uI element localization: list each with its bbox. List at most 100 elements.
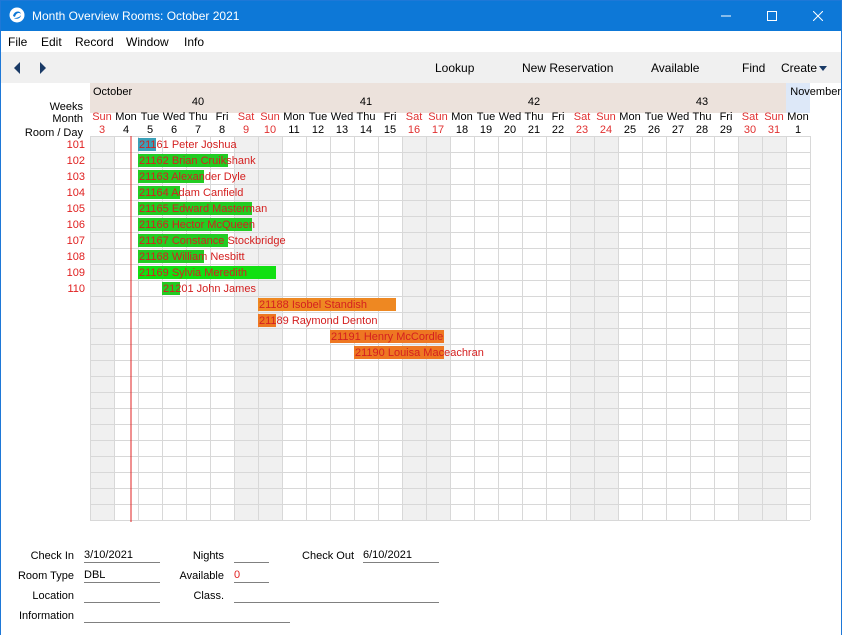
room-number-label: 110 [67,283,85,295]
day-number-label: 3 [99,124,105,136]
day-number-label: 25 [624,124,636,136]
reservation-label: 21189 Raymond Denton [259,315,377,327]
app-logo-icon [9,7,25,23]
week-number: 42 [528,96,540,108]
lookup-button[interactable]: Lookup [435,61,474,75]
day-number-label: 17 [432,124,444,136]
room-number-label: 107 [67,235,85,247]
day-number-label: 7 [195,124,201,136]
room-day-row-label: Room / Day [25,127,84,139]
day-number-label: 10 [264,124,276,136]
day-of-week-label: Sat [238,111,255,123]
maximize-icon [767,11,777,21]
month-label: November [790,86,841,98]
location-field[interactable] [84,589,160,603]
month-row-label: Month [52,113,83,125]
title-bar[interactable]: Month Overview Rooms: October 2021 [1,1,841,31]
available-button[interactable]: Available [651,61,699,75]
reservation-label: 21188 Isobel Standish [259,299,367,311]
menu-window[interactable]: Window [126,35,169,49]
next-arrow-icon[interactable] [37,60,49,76]
day-of-week-label: Sat [742,111,759,123]
reservation-label: 21163 Alexander Dyle [139,171,246,183]
reservation-label: 21161 Peter Joshua [139,139,238,151]
day-of-week-label: Fri [552,111,565,123]
day-number-label: 16 [408,124,420,136]
location-label: Location [32,590,74,602]
day-number-label: 11 [288,124,299,136]
day-number-label: 15 [384,124,396,136]
day-of-week-label: Mon [787,111,808,123]
day-number-label: 8 [219,124,225,136]
close-icon [813,11,823,21]
day-number-label: 29 [720,124,732,136]
reservation-label: 21201 John James [163,283,256,295]
close-button[interactable] [795,1,841,31]
create-button[interactable]: Create [781,61,817,75]
day-number-label: 6 [171,124,177,136]
minimize-button[interactable] [703,1,749,31]
day-of-week-label: Fri [384,111,397,123]
day-of-week-label: Wed [163,111,185,123]
day-number-label: 26 [648,124,660,136]
day-of-week-label: Tue [309,111,328,123]
day-number-label: 24 [600,124,612,136]
day-number-label: 27 [672,124,684,136]
information-label: Information [18,610,74,622]
check-out-field[interactable]: 6/10/2021 [363,549,439,563]
day-of-week-label: Wed [499,111,521,123]
reservation-label: 21169 Sylvia Meredith [139,267,247,279]
room-number-label: 109 [67,267,85,279]
reservation-label: 21191 Henry McCordle [331,331,443,343]
day-of-week-label: Mon [115,111,136,123]
reservation-label: 21168 William Nesbitt [139,251,245,263]
chevron-down-icon [819,66,827,71]
weeks-row-label: Weeks [50,101,84,113]
menu-file[interactable]: File [8,35,27,49]
room-number-label: 108 [67,251,85,263]
check-out-label: Check Out [302,550,354,562]
day-number-label: 19 [480,124,492,136]
menu-info[interactable]: Info [184,35,204,49]
find-button[interactable]: Find [742,61,765,75]
available-field[interactable]: 0 [234,569,269,583]
day-of-week-label: Sun [596,111,616,123]
day-number-label: 20 [504,124,516,136]
nights-field[interactable] [234,549,269,563]
minimize-icon [721,15,731,17]
day-number-label: 23 [576,124,588,136]
day-of-week-label: Sat [574,111,591,123]
previous-arrow-icon[interactable] [11,60,23,76]
check-in-label: Check In [30,550,74,562]
week-number: 43 [696,96,708,108]
day-of-week-label: Mon [619,111,640,123]
information-field[interactable] [84,609,290,623]
new-reservation-button[interactable]: New Reservation [522,61,613,75]
menu-record[interactable]: Record [75,35,114,49]
room-type-field[interactable]: DBL [84,569,160,583]
day-number-label: 21 [528,124,540,136]
available-label: Available [179,570,224,582]
check-in-field[interactable]: 3/10/2021 [84,549,160,563]
day-number-label: 18 [456,124,468,136]
room-number-label: 106 [67,219,85,231]
menu-bar: File Edit Record Window Info [1,31,841,52]
reservation-label: 21166 Hector McQueen [139,219,255,231]
day-number-label: 9 [243,124,249,136]
reservation-label: 21167 Constance Stockbridge [139,235,286,247]
room-number-label: 101 [67,139,85,151]
day-number-label: 1 [795,124,801,136]
day-number-label: 13 [336,124,348,136]
day-of-week-label: Tue [477,111,496,123]
day-of-week-label: Thu [525,111,544,123]
content-area: October November 40 41 42 43 Weeks Month Room / … [1,83,841,635]
day-number-label: 28 [696,124,708,136]
reservation-label: 21164 Adam Canfield [139,187,243,199]
week-number: 41 [360,96,372,108]
maximize-button[interactable] [749,1,795,31]
menu-edit[interactable]: Edit [41,35,62,49]
nights-label: Nights [192,550,224,562]
day-of-week-label: Fri [720,111,733,123]
class-field[interactable] [234,589,439,603]
room-number-label: 105 [67,203,85,215]
